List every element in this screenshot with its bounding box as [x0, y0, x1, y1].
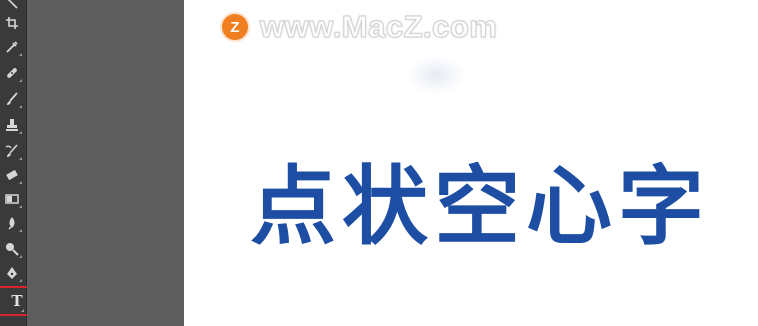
clone-stamp-tool[interactable] [2, 114, 22, 136]
history-brush-tool[interactable] [2, 140, 22, 162]
canvas-smudge [406, 55, 466, 95]
stamp-icon [6, 119, 18, 131]
watermark-logo: Z [222, 14, 248, 40]
blur-tool[interactable] [2, 212, 22, 234]
history-brush-icon [5, 144, 18, 157]
watermark: Z www.MacZ.com [222, 8, 498, 45]
gradient-icon [5, 194, 19, 204]
eraser-tool[interactable] [2, 164, 22, 186]
healing-brush-tool[interactable] [2, 62, 22, 84]
bandage-icon [7, 68, 17, 78]
blur-icon [8, 217, 15, 230]
eraser-icon [6, 169, 18, 181]
crop-icon [6, 17, 18, 29]
move-icon [7, 0, 18, 9]
tools-panel: T [0, 0, 36, 326]
pasteboard [27, 0, 184, 326]
eyedropper-tool[interactable] [2, 36, 22, 58]
dodge-tool[interactable] [2, 238, 22, 260]
pen-tool[interactable] [2, 262, 22, 284]
type-icon: T [11, 292, 23, 310]
watermark-text: www.MacZ.com [259, 8, 498, 44]
dodge-icon [6, 243, 19, 256]
headline-text: 点状空心字 [250, 157, 710, 257]
pen-icon [7, 267, 17, 279]
eyedropper-icon [6, 41, 18, 53]
brush-tool[interactable] [2, 88, 22, 110]
brush-icon [7, 92, 18, 105]
crop-tool[interactable] [2, 12, 22, 34]
document-canvas[interactable]: Z www.MacZ.com 点状空心字 [184, 0, 758, 326]
gradient-tool[interactable] [2, 188, 22, 210]
